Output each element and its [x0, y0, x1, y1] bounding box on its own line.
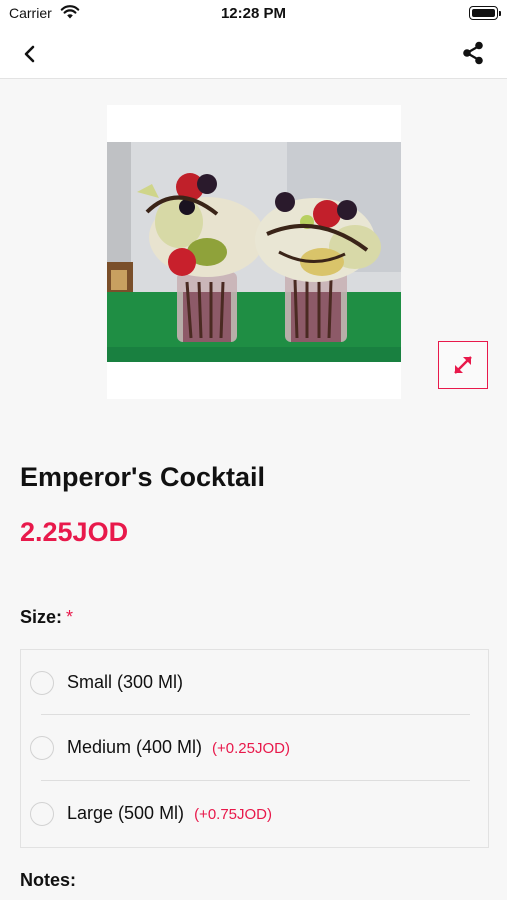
share-icon [463, 41, 483, 65]
status-time: 12:28 PM [220, 5, 287, 22]
size-label-text: Size: [20, 607, 63, 627]
back-button[interactable] [16, 40, 44, 68]
size-option-label: Large (500 Ml) (+0.75JOD) [67, 803, 273, 823]
size-option-label: Small (300 Ml) [67, 672, 184, 692]
size-options: Small (300 Ml) Medium (400 Ml) (+0.25JOD)… [20, 649, 489, 848]
share-button[interactable] [459, 39, 487, 67]
size-section-label: Size: * [20, 607, 73, 628]
size-option-medium[interactable]: Medium (400 Ml) (+0.25JOD) [21, 715, 490, 781]
size-option-large[interactable]: Large (500 Ml) (+0.75JOD) [21, 781, 490, 847]
expand-icon [454, 356, 472, 374]
radio-button[interactable] [30, 802, 54, 826]
size-option-label: Medium (400 Ml) (+0.25JOD) [67, 737, 290, 757]
nav-bar [0, 28, 507, 79]
notes-label: Notes: [20, 870, 77, 890]
status-bar: Carrier 12:28 PM [0, 0, 507, 28]
product-title: Emperor's Cocktail [20, 462, 266, 492]
radio-button[interactable] [30, 736, 54, 760]
chevron-left-icon [24, 45, 35, 63]
size-option-price: (+0.75JOD) [194, 806, 273, 823]
battery-icon [469, 6, 501, 20]
radio-button[interactable] [30, 671, 54, 695]
product-price: 2.25JOD [20, 517, 129, 547]
expand-image-button[interactable] [438, 341, 488, 389]
product-image-frame [107, 105, 401, 399]
product-photo [107, 142, 401, 362]
required-mark: * [66, 607, 74, 627]
size-option-small[interactable]: Small (300 Ml) [21, 650, 490, 716]
size-option-price: (+0.25JOD) [212, 740, 290, 757]
